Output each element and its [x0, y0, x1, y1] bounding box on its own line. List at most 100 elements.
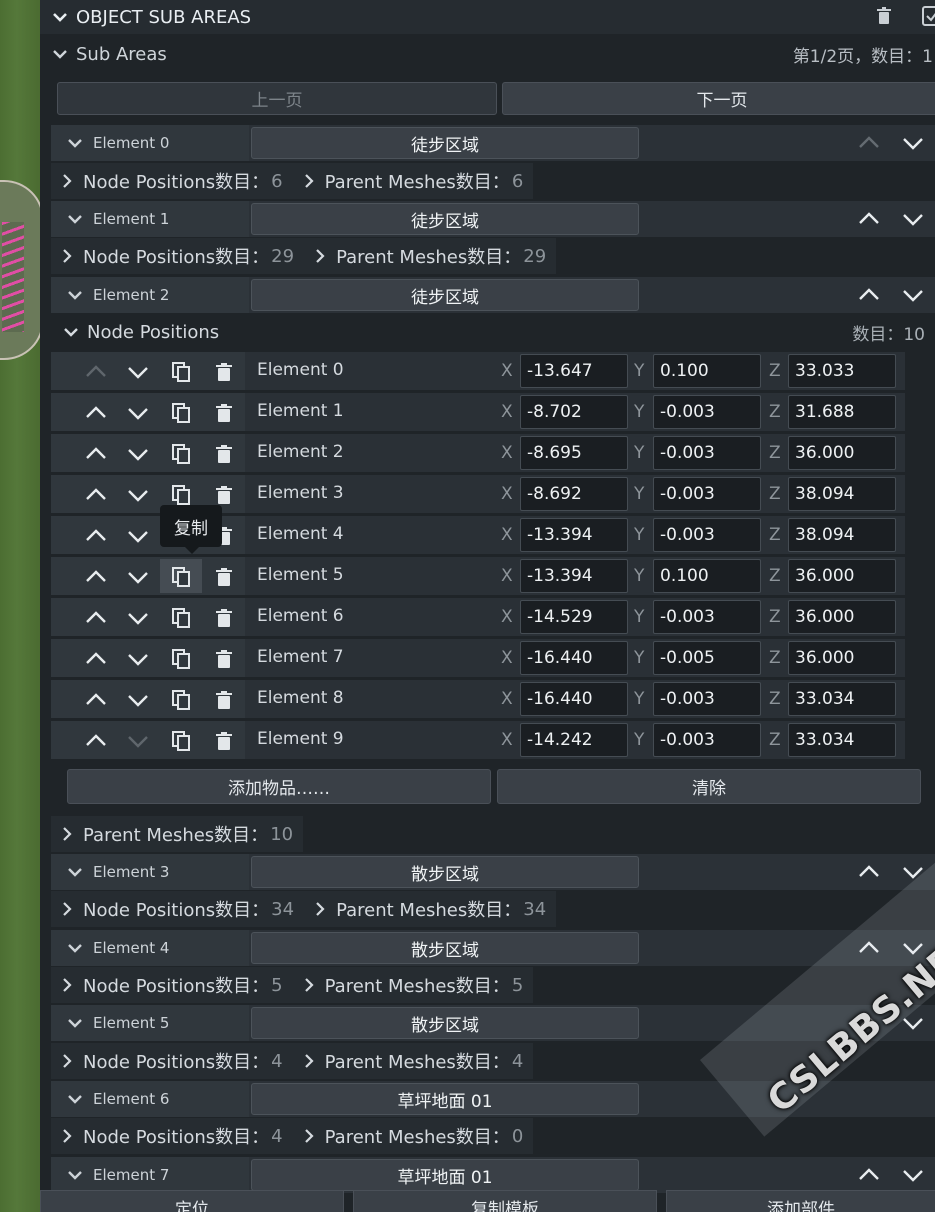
sub-areas-foldout[interactable]: Sub Areas 第1/2页，数目：1 [40, 36, 935, 72]
element-header[interactable]: Element 3 散步区域 [51, 854, 935, 890]
move-down-icon[interactable] [127, 443, 149, 465]
element-header[interactable]: Element 7 草坪地面 01 [51, 1157, 935, 1193]
y-value-field[interactable]: -0.003 [653, 477, 761, 511]
trash-icon[interactable] [213, 484, 235, 506]
chevron-down-icon[interactable] [67, 135, 83, 151]
prev-page-button[interactable]: 上一页 [57, 82, 497, 115]
move-up-icon[interactable] [85, 361, 107, 383]
copy-icon[interactable] [160, 641, 202, 675]
x-value-field[interactable]: -13.394 [520, 518, 628, 552]
move-down-icon[interactable] [127, 730, 149, 752]
node-positions-foldout[interactable]: Node Positions数目： 4 [51, 1118, 293, 1154]
x-value-field[interactable]: -16.440 [520, 682, 628, 716]
z-value-field[interactable]: 38.094 [788, 518, 896, 552]
parent-meshes-foldout[interactable]: Parent Meshes数目： 6 [292, 163, 534, 199]
chevron-down-icon[interactable] [67, 940, 83, 956]
y-value-field[interactable]: -0.003 [653, 518, 761, 552]
element-foldout[interactable]: Element 3 [51, 854, 249, 890]
z-value-field[interactable]: 33.034 [788, 723, 896, 757]
z-value-field[interactable]: 33.034 [788, 682, 896, 716]
chevron-down-icon[interactable] [67, 211, 83, 227]
move-down-icon[interactable] [127, 689, 149, 711]
copy-icon[interactable] [160, 436, 202, 470]
node-positions-foldout[interactable]: Node Positions数目： 4 [51, 1043, 293, 1079]
move-down-icon[interactable] [901, 207, 925, 235]
add-component-button[interactable]: 添加部件…… [666, 1190, 935, 1212]
chevron-down-icon[interactable] [67, 1015, 83, 1031]
copy-icon[interactable] [160, 600, 202, 634]
z-value-field[interactable]: 36.000 [788, 436, 896, 470]
x-value-field[interactable]: -14.242 [520, 723, 628, 757]
parent-meshes-foldout[interactable]: Parent Meshes数目： 34 [304, 891, 557, 927]
move-up-icon[interactable] [857, 1163, 881, 1191]
element-name-button[interactable]: 散步区域 [251, 856, 639, 888]
parent-meshes-foldout[interactable]: Parent Meshes数目： 5 [292, 967, 534, 1003]
chevron-down-icon[interactable] [52, 9, 68, 25]
element-foldout[interactable]: Element 6 [51, 1081, 249, 1117]
panel-header[interactable]: OBJECT SUB AREAS [40, 0, 935, 34]
node-positions-foldout[interactable]: Node Positions 数目：10 [51, 314, 935, 350]
chevron-down-icon[interactable] [67, 1167, 83, 1183]
element-name-button[interactable]: 徒步区域 [251, 127, 639, 159]
trash-icon[interactable] [213, 730, 235, 752]
move-up-icon[interactable] [857, 207, 881, 235]
move-down-icon[interactable] [127, 566, 149, 588]
chevron-down-icon[interactable] [67, 1091, 83, 1107]
element-name-button[interactable]: 散步区域 [251, 932, 639, 964]
chevron-down-icon[interactable] [67, 864, 83, 880]
trash-icon[interactable] [213, 566, 235, 588]
x-value-field[interactable]: -8.692 [520, 477, 628, 511]
element-header[interactable]: Element 2 徒步区域 [51, 277, 935, 313]
chevron-down-icon[interactable] [67, 287, 83, 303]
element-foldout[interactable]: Element 2 [51, 277, 249, 313]
trash-icon[interactable] [213, 607, 235, 629]
trash-icon[interactable] [213, 443, 235, 465]
parent-meshes-foldout[interactable]: Parent Meshes数目： 4 [292, 1043, 534, 1079]
move-down-icon[interactable] [127, 484, 149, 506]
z-value-field[interactable]: 38.094 [788, 477, 896, 511]
locate-button[interactable]: 定位 [40, 1190, 344, 1212]
element-name-button[interactable]: 草坪地面 01 [251, 1083, 639, 1115]
move-down-icon[interactable] [127, 648, 149, 670]
move-down-icon[interactable] [127, 402, 149, 424]
element-foldout[interactable]: Element 7 [51, 1157, 249, 1193]
move-down-icon[interactable] [901, 131, 925, 159]
element-name-button[interactable]: 徒步区域 [251, 279, 639, 311]
x-value-field[interactable]: -8.695 [520, 436, 628, 470]
next-page-button[interactable]: 下一页 [502, 82, 935, 115]
copy-icon[interactable] [160, 559, 202, 593]
x-value-field[interactable]: -13.394 [520, 559, 628, 593]
x-value-field[interactable]: -13.647 [520, 354, 628, 388]
node-positions-foldout[interactable]: Node Positions数目： 34 [51, 891, 305, 927]
move-up-icon[interactable] [85, 566, 107, 588]
move-down-icon[interactable] [901, 1163, 925, 1191]
y-value-field[interactable]: -0.003 [653, 723, 761, 757]
copy-icon[interactable] [160, 723, 202, 757]
z-value-field[interactable]: 31.688 [788, 395, 896, 429]
element-foldout[interactable]: Element 5 [51, 1005, 249, 1041]
x-value-field[interactable]: -16.440 [520, 641, 628, 675]
trash-icon[interactable] [213, 689, 235, 711]
move-down-icon[interactable] [127, 361, 149, 383]
parent-meshes-foldout[interactable]: Parent Meshes数目： 10 [51, 816, 304, 852]
node-positions-foldout[interactable]: Node Positions数目： 5 [51, 967, 293, 1003]
z-value-field[interactable]: 36.000 [788, 559, 896, 593]
move-up-icon[interactable] [85, 443, 107, 465]
chevron-down-icon[interactable] [52, 46, 68, 62]
z-value-field[interactable]: 33.033 [788, 354, 896, 388]
delete-icon[interactable] [876, 6, 892, 30]
copy-icon[interactable] [160, 354, 202, 388]
element-header[interactable]: Element 4 散步区域 [51, 930, 935, 966]
element-foldout[interactable]: Element 4 [51, 930, 249, 966]
y-value-field[interactable]: 0.100 [653, 559, 761, 593]
trash-icon[interactable] [213, 402, 235, 424]
y-value-field[interactable]: -0.003 [653, 600, 761, 634]
z-value-field[interactable]: 36.000 [788, 600, 896, 634]
move-up-icon[interactable] [85, 648, 107, 670]
move-up-icon[interactable] [85, 484, 107, 506]
move-up-icon[interactable] [85, 607, 107, 629]
move-down-icon[interactable] [127, 607, 149, 629]
element-name-button[interactable]: 散步区域 [251, 1007, 639, 1039]
move-up-icon[interactable] [857, 860, 881, 888]
copy-icon[interactable] [160, 682, 202, 716]
